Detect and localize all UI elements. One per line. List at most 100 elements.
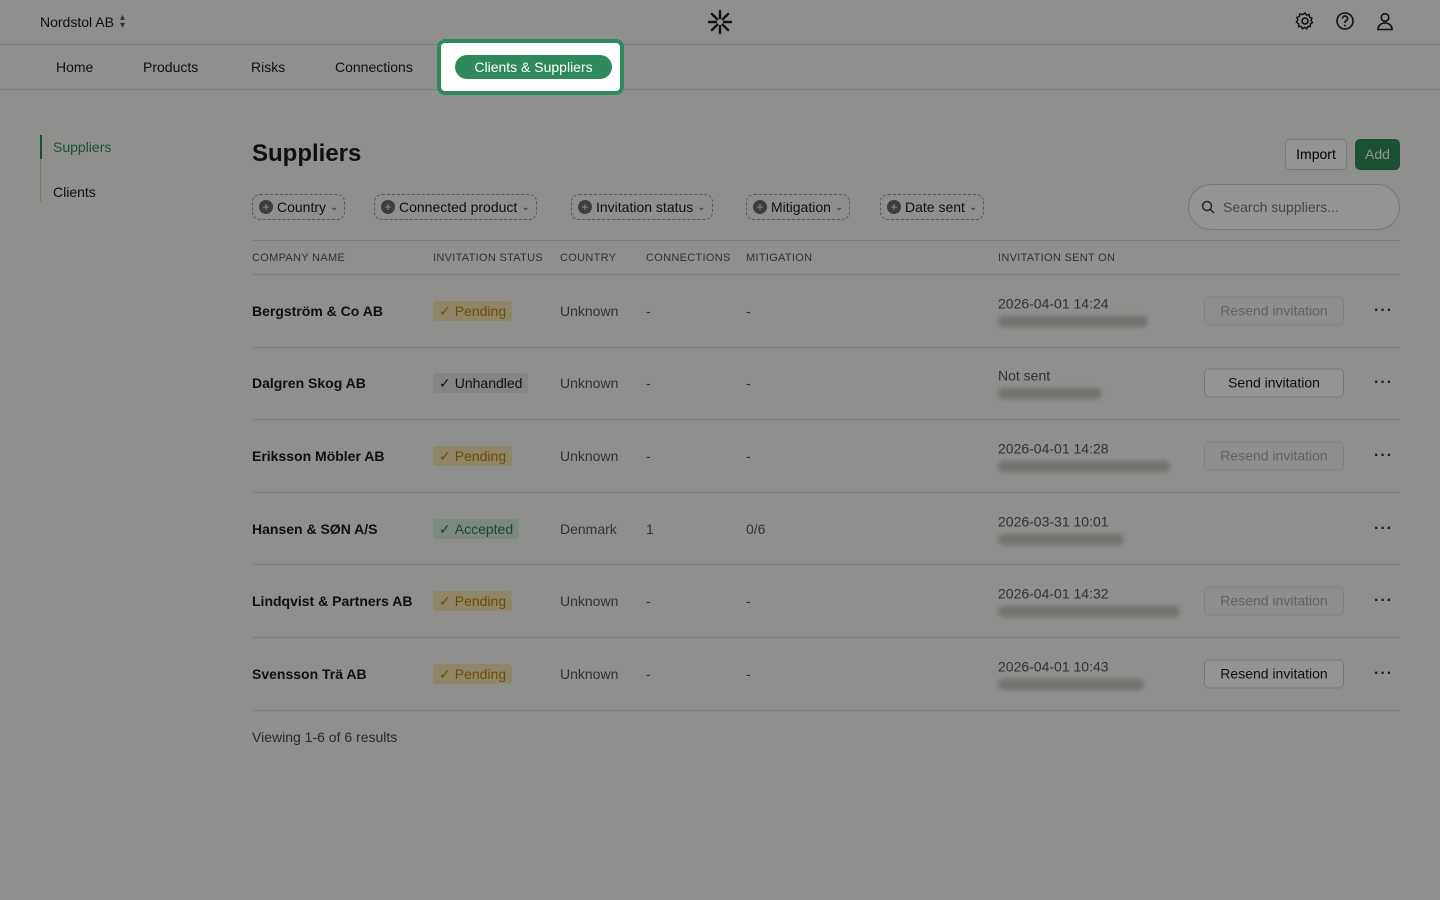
resend-invitation-button[interactable]: Resend invitation bbox=[1204, 441, 1344, 471]
more-options-icon[interactable]: ··· bbox=[1374, 374, 1393, 392]
resend-invitation-button[interactable]: Resend invitation bbox=[1204, 659, 1344, 689]
check-icon: ✓ bbox=[439, 520, 451, 537]
filter-label: Country bbox=[277, 199, 327, 215]
status-badge: ✓ Pending bbox=[433, 445, 513, 466]
status-label: Accepted bbox=[454, 520, 514, 537]
more-options-icon[interactable]: ··· bbox=[1374, 302, 1393, 320]
side-item-clients[interactable]: Clients bbox=[41, 182, 200, 202]
connections-cell: 1 bbox=[646, 520, 654, 537]
check-icon: ✓ bbox=[439, 375, 451, 392]
table-row[interactable]: Hansen & SØN A/S ✓ Accepted Denmark 1 0/6… bbox=[252, 493, 1400, 566]
more-options-icon[interactable]: ··· bbox=[1374, 520, 1393, 538]
company-name[interactable]: Lindqvist & Partners AB bbox=[252, 593, 413, 609]
company-name[interactable]: Dalgren Skog AB bbox=[252, 375, 366, 391]
redacted-email bbox=[998, 460, 1170, 473]
sent-on-cell: 2026-04-01 14:24 bbox=[998, 294, 1148, 328]
mitigation-cell: - bbox=[746, 375, 751, 392]
nav-item-products[interactable]: Products bbox=[143, 59, 198, 75]
side-item-suppliers[interactable]: Suppliers bbox=[40, 135, 200, 159]
mitigation-cell: - bbox=[746, 302, 751, 319]
filter-connected-product[interactable]: + Connected product ⌄ bbox=[374, 194, 537, 220]
status-badge: ✓ Pending bbox=[433, 663, 513, 684]
org-name: Nordstol AB bbox=[40, 14, 114, 30]
header-country[interactable]: COUNTRY bbox=[560, 252, 616, 264]
chevron-down-icon: ⌄ bbox=[834, 201, 844, 213]
sent-on-cell: 2026-04-01 10:43 bbox=[998, 657, 1144, 691]
filter-label: Connected product bbox=[399, 199, 518, 215]
sent-on-cell: Not sent bbox=[998, 367, 1102, 400]
mitigation-cell: - bbox=[746, 447, 751, 464]
table-row[interactable]: Lindqvist & Partners AB ✓ Pending Unknown… bbox=[252, 565, 1400, 638]
status-label: Pending bbox=[454, 447, 507, 464]
search-icon bbox=[1201, 200, 1215, 214]
plus-icon: + bbox=[753, 200, 767, 214]
table-row[interactable]: Eriksson Möbler AB ✓ Pending Unknown - - … bbox=[252, 420, 1400, 493]
chevron-down-icon: ⌄ bbox=[697, 201, 706, 213]
sent-date: 2026-04-01 14:32 bbox=[998, 585, 1109, 602]
nav-item-home[interactable]: Home bbox=[56, 59, 93, 75]
redacted-email bbox=[998, 533, 1124, 546]
nav-highlight: Clients & Suppliers bbox=[437, 39, 624, 95]
status-label: Unhandled bbox=[454, 375, 523, 392]
sent-date: 2026-04-01 10:43 bbox=[998, 658, 1109, 675]
connections-cell: - bbox=[646, 302, 651, 319]
nav-item-risks[interactable]: Risks bbox=[251, 59, 285, 75]
user-icon[interactable] bbox=[1374, 10, 1396, 32]
sent-on-cell: 2026-03-31 10:01 bbox=[998, 512, 1124, 546]
table-row[interactable]: Dalgren Skog AB ✓ Unhandled Unknown - - N… bbox=[252, 348, 1400, 421]
org-switcher[interactable]: Nordstol AB ▴ ▾ bbox=[40, 12, 125, 31]
company-name[interactable]: Bergström & Co AB bbox=[252, 303, 383, 319]
company-name[interactable]: Eriksson Möbler AB bbox=[252, 448, 385, 464]
header-connections[interactable]: CONNECTIONS bbox=[646, 252, 731, 264]
results-summary: Viewing 1-6 of 6 results bbox=[252, 729, 398, 745]
header-company-name[interactable]: COMPANY NAME bbox=[252, 252, 345, 264]
plus-icon: + bbox=[259, 200, 273, 214]
plus-icon: + bbox=[887, 200, 901, 214]
more-options-icon[interactable]: ··· bbox=[1374, 592, 1393, 610]
sent-on-cell: 2026-04-01 14:28 bbox=[998, 439, 1170, 473]
send-invitation-button[interactable]: Send invitation bbox=[1204, 368, 1344, 398]
status-label: Pending bbox=[454, 665, 507, 682]
header-mitigation[interactable]: MITIGATION bbox=[746, 252, 812, 264]
chevron-updown-icon: ▴ ▾ bbox=[119, 12, 125, 31]
connections-cell: - bbox=[646, 593, 651, 610]
filter-mitigation[interactable]: + Mitigation ⌄ bbox=[746, 194, 851, 220]
gear-icon[interactable] bbox=[1294, 10, 1316, 32]
status-badge: ✓ Pending bbox=[433, 300, 513, 321]
import-button[interactable]: Import bbox=[1285, 139, 1347, 170]
more-options-icon[interactable]: ··· bbox=[1374, 447, 1393, 465]
table-row[interactable]: Svensson Trä AB ✓ Pending Unknown - - 202… bbox=[252, 638, 1400, 711]
resend-invitation-button[interactable]: Resend invitation bbox=[1204, 586, 1344, 616]
filter-date-sent[interactable]: + Date sent ⌄ bbox=[880, 194, 985, 220]
country-cell: Unknown bbox=[560, 447, 619, 464]
logo-icon bbox=[707, 9, 733, 35]
status-label: Pending bbox=[454, 302, 507, 319]
table-row[interactable]: Bergström & Co AB ✓ Pending Unknown - - 2… bbox=[252, 275, 1400, 348]
sent-date: Not sent bbox=[998, 367, 1051, 384]
filter-invitation-status[interactable]: + Invitation status ⌄ bbox=[571, 194, 713, 220]
resend-invitation-button[interactable]: Resend invitation bbox=[1204, 296, 1344, 326]
header-invitation-sent-on[interactable]: INVITATION SENT ON bbox=[998, 252, 1115, 264]
company-name[interactable]: Hansen & SØN A/S bbox=[252, 521, 378, 537]
company-name[interactable]: Svensson Trä AB bbox=[252, 666, 367, 682]
chevron-down-icon: ⌄ bbox=[521, 201, 530, 213]
nav-item-connections[interactable]: Connections bbox=[335, 59, 413, 75]
mitigation-cell: 0/6 bbox=[746, 520, 766, 537]
filter-label: Date sent bbox=[905, 199, 965, 215]
search-box[interactable] bbox=[1188, 184, 1400, 230]
filter-country[interactable]: + Country ⌄ bbox=[252, 194, 346, 220]
header-invitation-status[interactable]: INVITATION STATUS bbox=[433, 252, 543, 264]
nav-item-clients-suppliers[interactable]: Clients & Suppliers bbox=[455, 55, 612, 79]
status-badge: ✓ Accepted bbox=[433, 518, 520, 539]
main-nav: Home Products Risks Connections bbox=[0, 45, 1440, 90]
redacted-email bbox=[998, 315, 1148, 328]
connections-cell: - bbox=[646, 665, 651, 682]
country-cell: Denmark bbox=[560, 520, 617, 537]
search-input[interactable] bbox=[1223, 199, 1393, 215]
add-button[interactable]: Add bbox=[1355, 139, 1400, 170]
status-badge: ✓ Unhandled bbox=[433, 373, 529, 394]
redacted-email bbox=[998, 678, 1144, 691]
help-icon[interactable] bbox=[1334, 10, 1356, 32]
more-options-icon[interactable]: ··· bbox=[1374, 665, 1393, 683]
page-title: Suppliers bbox=[252, 140, 362, 167]
